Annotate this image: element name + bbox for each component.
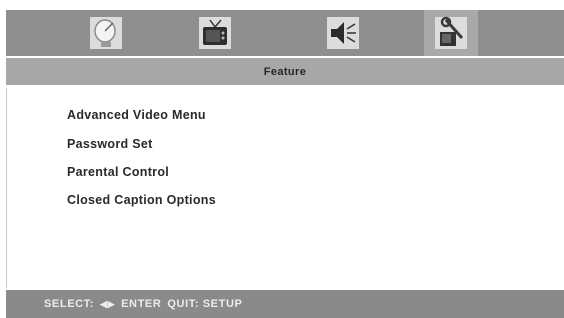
key-hints: SELECT: ◀▶ ENTER QUIT: SETUP	[6, 298, 242, 310]
feature-menu: Advanced Video Menu Password Set Parenta…	[6, 88, 564, 288]
quit-hint-label: QUIT: SETUP	[167, 298, 243, 310]
status-bar: SELECT: ◀▶ ENTER QUIT: SETUP	[6, 290, 564, 318]
speaker-icon	[327, 17, 359, 49]
satellite-dish-icon	[90, 17, 122, 49]
tab-feature[interactable]	[424, 10, 478, 56]
osd-screen: Feature Advanced Video Menu Password Set…	[0, 0, 564, 318]
menu-item-password-set[interactable]: Password Set	[67, 137, 153, 151]
tools-icon	[435, 16, 467, 49]
left-right-arrows-icon: ◀▶	[100, 298, 116, 309]
menu-item-parental-control[interactable]: Parental Control	[67, 165, 169, 179]
tv-icon	[199, 17, 231, 49]
menu-item-advanced-video[interactable]: Advanced Video Menu	[67, 108, 206, 122]
title-bar: Feature	[6, 58, 564, 85]
select-hint-label: SELECT:	[44, 298, 95, 310]
menu-item-closed-caption-options[interactable]: Closed Caption Options	[67, 193, 216, 207]
enter-hint-label: ENTER	[121, 298, 162, 310]
tab-channel[interactable]	[79, 10, 133, 56]
page-title: Feature	[263, 65, 307, 78]
tab-audio[interactable]	[316, 10, 370, 56]
category-icon-bar	[6, 10, 564, 56]
tab-picture[interactable]	[188, 10, 242, 56]
